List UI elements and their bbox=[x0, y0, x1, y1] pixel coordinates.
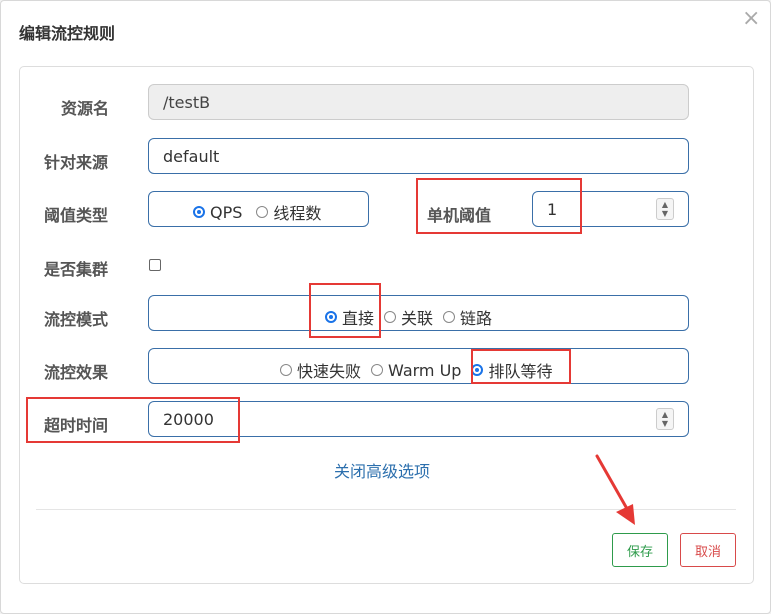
radio-label: 线程数 bbox=[273, 204, 322, 223]
flow-effect-label: 流控效果 bbox=[44, 363, 109, 382]
radio-unchecked-icon bbox=[371, 364, 384, 376]
radio-warm-up[interactable]: Warm Up bbox=[371, 361, 461, 380]
dialog-title: 编辑流控规则 bbox=[19, 24, 116, 43]
radio-unchecked-icon bbox=[280, 364, 292, 376]
radio-qps[interactable]: QPS bbox=[193, 203, 242, 222]
number-spinner-icon[interactable]: ▲ ▼ bbox=[656, 198, 674, 220]
radio-unchecked-icon bbox=[384, 311, 397, 323]
radio-label: 关联 bbox=[401, 309, 434, 328]
radio-unchecked-icon bbox=[443, 311, 456, 323]
radio-chain[interactable]: 链路 bbox=[443, 305, 492, 329]
radio-label: 快速失败 bbox=[297, 362, 362, 381]
toggle-advanced-link[interactable]: 关闭高级选项 bbox=[334, 458, 430, 482]
cluster-label: 是否集群 bbox=[44, 260, 109, 279]
radio-relate[interactable]: 关联 bbox=[384, 305, 433, 329]
edit-flow-rule-dialog: 编辑流控规则 × 资源名 /testB 针对来源 default 阈值类型 QP… bbox=[0, 0, 771, 614]
cluster-checkbox[interactable] bbox=[149, 259, 161, 271]
resource-label: 资源名 bbox=[61, 99, 110, 118]
radio-fast-fail[interactable]: 快速失败 bbox=[280, 358, 361, 382]
radio-checked-icon bbox=[193, 206, 205, 218]
annotation-box-queue bbox=[471, 349, 571, 384]
resource-input: /testB bbox=[148, 84, 689, 120]
threshold-type-label: 阈值类型 bbox=[44, 206, 109, 225]
radio-label: 链路 bbox=[460, 309, 493, 328]
flow-mode-label: 流控模式 bbox=[44, 310, 109, 329]
limit-app-label: 针对来源 bbox=[44, 153, 109, 172]
annotation-box-direct bbox=[309, 283, 381, 338]
annotation-box-threshold bbox=[416, 178, 582, 234]
radio-label: Warm Up bbox=[388, 360, 462, 380]
number-spinner-icon[interactable]: ▲ ▼ bbox=[656, 408, 674, 430]
annotation-box-timeout bbox=[26, 397, 240, 443]
save-button[interactable]: 保存 bbox=[612, 533, 668, 567]
limit-app-input[interactable]: default bbox=[148, 138, 689, 174]
cancel-button[interactable]: 取消 bbox=[680, 533, 736, 567]
close-icon[interactable]: × bbox=[742, 7, 760, 31]
radio-unchecked-icon bbox=[256, 206, 269, 218]
annotation-arrow-icon bbox=[595, 454, 635, 525]
radio-label: QPS bbox=[210, 202, 243, 222]
radio-threads[interactable]: 线程数 bbox=[256, 200, 321, 224]
threshold-type-radios: QPS 线程数 bbox=[193, 200, 327, 224]
